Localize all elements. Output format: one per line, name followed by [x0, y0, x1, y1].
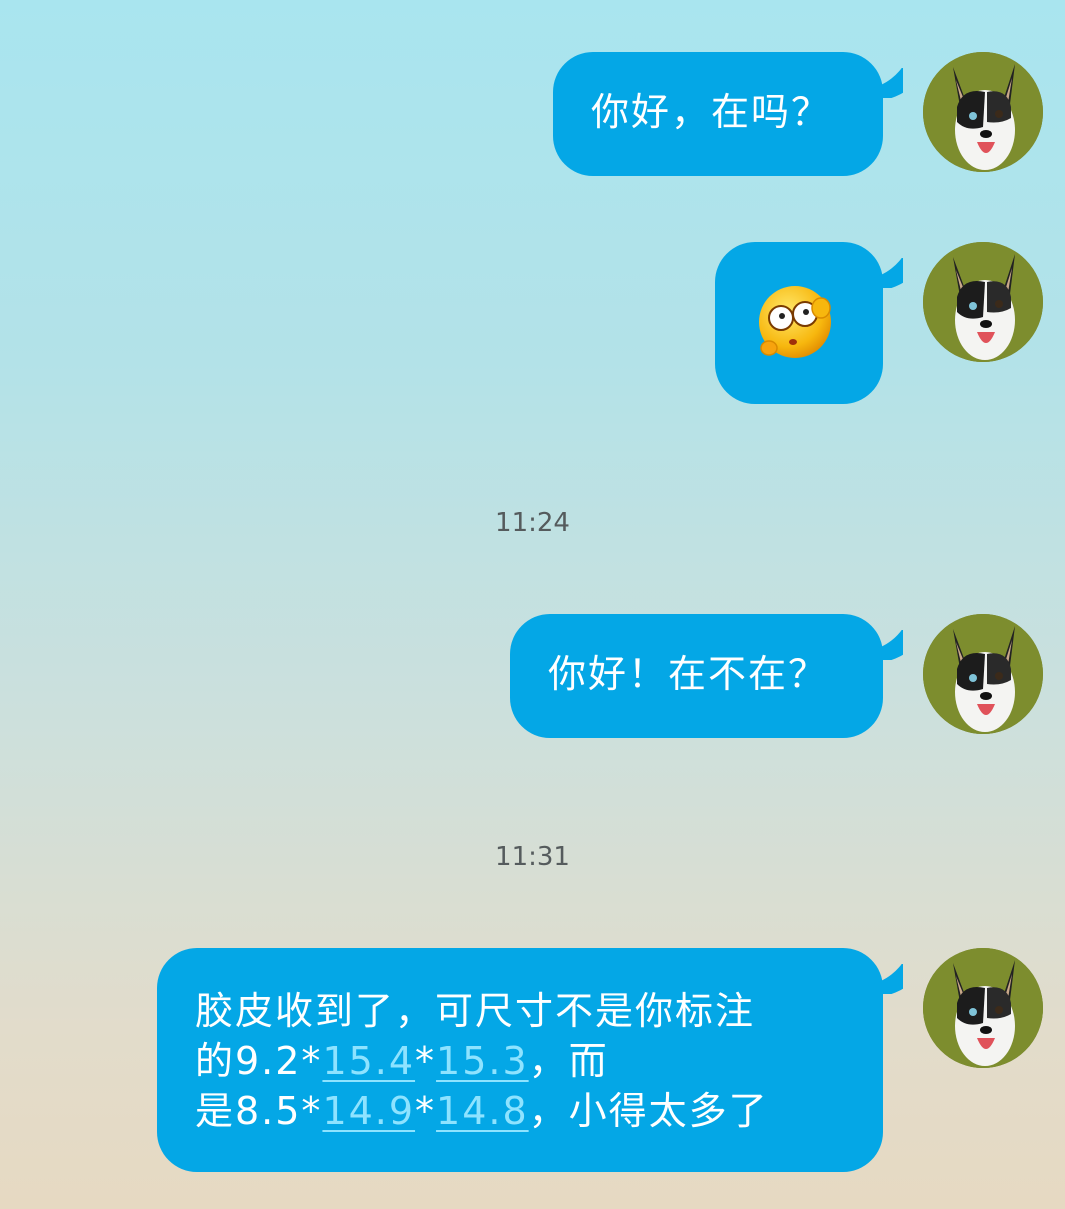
user-avatar[interactable] — [923, 52, 1043, 172]
bubble-tail — [863, 964, 903, 994]
message-bubble[interactable]: 胶皮收到了，可尺寸不是你标注 的9.2*15.4*15.3，而 是8.5*14.… — [157, 948, 883, 1172]
user-avatar[interactable] — [923, 948, 1043, 1068]
dimension-link[interactable]: 14.9 — [322, 1089, 415, 1133]
user-avatar[interactable] — [923, 614, 1043, 734]
dimension-link[interactable]: 15.4 — [322, 1039, 415, 1083]
message-row: 你好！在不在？ — [0, 614, 1065, 740]
text-segment: 的9.2* — [195, 1039, 323, 1083]
text-segment: * — [415, 1089, 437, 1133]
message-row: 你好，在吗？ — [0, 52, 1065, 178]
dimension-link[interactable]: 15.3 — [436, 1039, 529, 1083]
text-segment: ，而 — [528, 1039, 609, 1083]
message-text: 你好！在不在？ — [548, 652, 829, 696]
husky-dog-avatar-icon — [923, 948, 1043, 1068]
timestamp: 11:31 — [495, 842, 570, 872]
message-line: 的9.2*15.4*15.3，而 — [195, 1036, 883, 1086]
message-line: 胶皮收到了，可尺寸不是你标注 — [195, 989, 756, 1033]
user-avatar[interactable] — [923, 242, 1043, 362]
text-segment: 是8.5* — [195, 1089, 323, 1133]
dimension-link[interactable]: 14.8 — [436, 1089, 529, 1133]
message-row — [0, 242, 1065, 406]
bubble-tail — [863, 258, 903, 288]
message-text: 胶皮收到了，可尺寸不是你标注 的9.2*15.4*15.3，而 是8.5*14.… — [195, 986, 883, 1136]
husky-dog-avatar-icon — [923, 242, 1043, 362]
text-segment: ，小得太多了 — [528, 1089, 769, 1133]
text-segment: * — [415, 1039, 437, 1083]
timestamp: 11:24 — [495, 508, 570, 538]
chat-conversation: 你好，在吗？ 11:24 你好！在不在？ 11:31 胶皮收到了，可尺寸不是你标… — [0, 0, 1065, 1209]
message-bubble[interactable]: 你好！在不在？ — [510, 614, 883, 738]
message-row: 胶皮收到了，可尺寸不是你标注 的9.2*15.4*15.3，而 是8.5*14.… — [0, 948, 1065, 1174]
message-line: 是8.5*14.9*14.8，小得太多了 — [195, 1086, 883, 1136]
husky-dog-avatar-icon — [923, 614, 1043, 734]
message-text: 你好，在吗？ — [591, 90, 832, 134]
message-bubble[interactable]: 你好，在吗？ — [553, 52, 883, 176]
husky-dog-avatar-icon — [923, 52, 1043, 172]
message-bubble[interactable] — [715, 242, 883, 404]
flushed-face-emoji — [759, 286, 831, 358]
bubble-tail — [863, 68, 903, 98]
bubble-tail — [863, 630, 903, 660]
